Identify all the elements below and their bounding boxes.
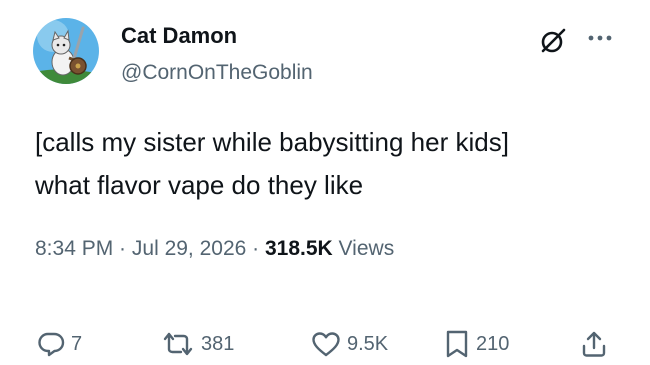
like-count: 9.5K xyxy=(347,332,389,355)
repost-icon xyxy=(163,332,193,356)
tweet: Cat Damon @CornOnTheGoblin [calls my sis… xyxy=(0,0,650,365)
share-button[interactable] xyxy=(580,326,608,362)
meta-separator: · xyxy=(113,237,132,260)
more-icon[interactable] xyxy=(584,26,616,50)
like-button[interactable]: 9.5K xyxy=(311,326,388,362)
bookmark-icon xyxy=(446,330,468,358)
meta-separator: · xyxy=(246,237,265,260)
reply-button[interactable]: 7 xyxy=(37,326,82,362)
grok-icon[interactable] xyxy=(537,25,569,57)
repost-button[interactable]: 381 xyxy=(161,326,234,362)
tweet-text: [calls my sister while babysitting her k… xyxy=(35,121,635,207)
author-name[interactable]: Cat Damon xyxy=(121,22,237,50)
tweet-text-line: what flavor vape do they like xyxy=(35,170,364,200)
bookmark-button[interactable]: 210 xyxy=(444,326,509,362)
views-label: Views xyxy=(332,237,395,260)
reply-count: 7 xyxy=(71,332,83,355)
avatar[interactable] xyxy=(33,18,99,84)
tweet-meta: 8:34 PM · Jul 29, 2026 · 318.5K Views xyxy=(35,234,394,264)
tweet-time[interactable]: 8:34 PM xyxy=(35,237,113,260)
bookmark-count: 210 xyxy=(476,332,510,355)
tweet-text-line: [calls my sister while babysitting her k… xyxy=(35,127,509,157)
heart-icon xyxy=(312,332,340,357)
share-icon xyxy=(582,331,606,357)
avatar-image xyxy=(33,18,99,84)
author-handle[interactable]: @CornOnTheGoblin xyxy=(121,59,313,87)
tweet-date[interactable]: Jul 29, 2026 xyxy=(132,237,246,260)
views-count[interactable]: 318.5K xyxy=(265,237,333,260)
reply-icon xyxy=(38,332,65,357)
repost-count: 381 xyxy=(201,332,235,355)
action-bar: 7 381 9.5K 210 xyxy=(0,326,650,362)
